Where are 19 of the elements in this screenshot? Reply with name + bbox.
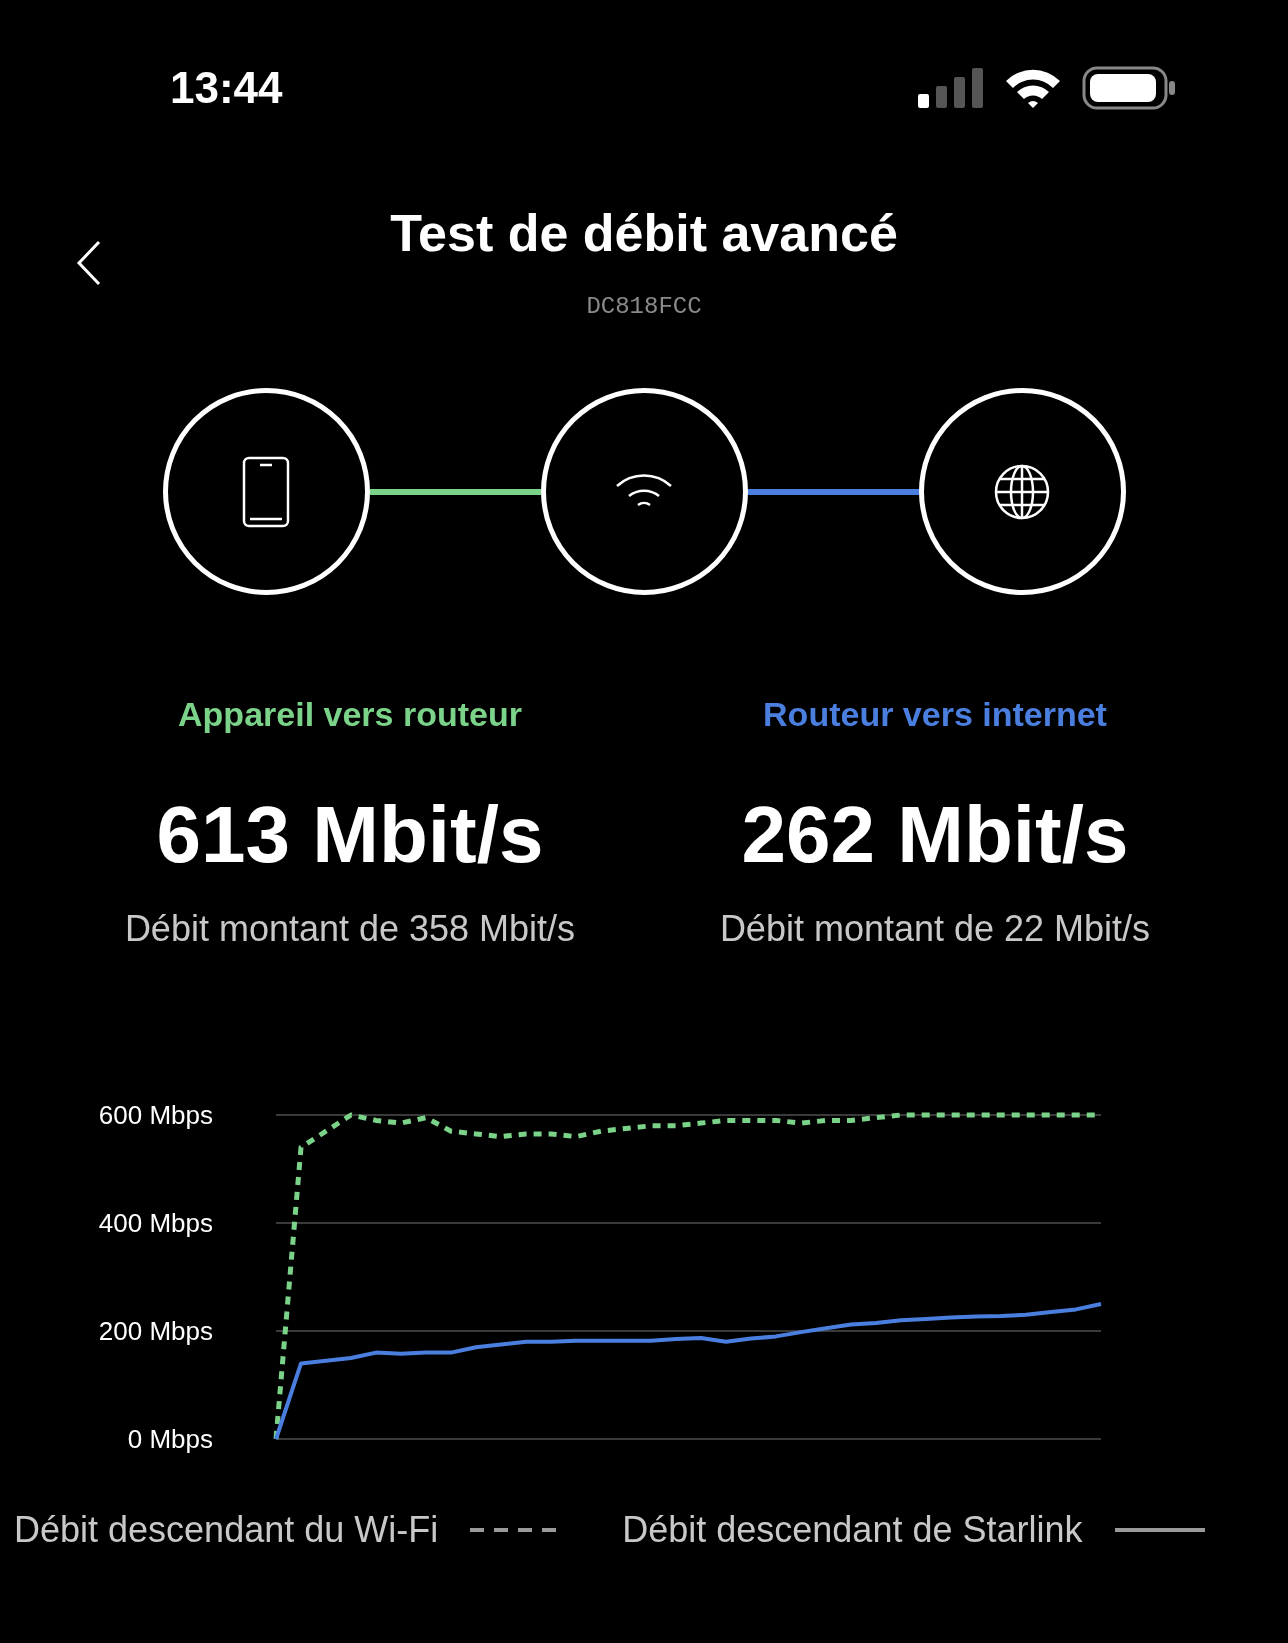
status-time: 13:44: [170, 66, 283, 110]
speed-value: 613 Mbit/s: [156, 790, 544, 880]
speed-value: 262 Mbit/s: [741, 790, 1129, 880]
section-label: Appareil vers routeur: [178, 694, 522, 734]
section-label: Routeur vers internet: [763, 694, 1107, 734]
upload-speed-text: Débit montant de 22 Mbit/s: [719, 907, 1151, 951]
axis-label: 0 Mbps: [127, 1424, 213, 1454]
device-id: DC818FCC: [586, 292, 702, 322]
upload-speed-text: Débit montant de 358 Mbit/s: [124, 907, 576, 951]
page-title: Test de débit avancé: [390, 203, 898, 263]
axis-label: 200 Mbps: [98, 1316, 213, 1346]
battery-icon: [1082, 66, 1176, 110]
signal-icon: [918, 68, 984, 108]
back-icon: [76, 239, 102, 286]
axis-label: 600 Mbps: [98, 1100, 213, 1130]
axis-label: 400 Mbps: [98, 1208, 213, 1238]
legend-label: Débit descendant de Starlink: [622, 1508, 1083, 1552]
wifi-icon: [1004, 67, 1062, 109]
legend-label: Débit descendant du Wi-Fi: [14, 1508, 439, 1552]
